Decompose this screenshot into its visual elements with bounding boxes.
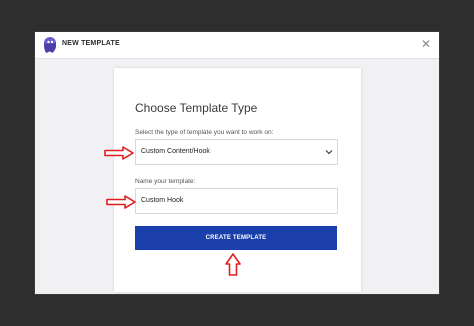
create-template-button[interactable]: CREATE TEMPLATE [135, 226, 337, 250]
annotation-arrow-right-icon [106, 195, 136, 209]
modal-title: NEW TEMPLATE [62, 40, 120, 47]
template-name-label: Name your template: [135, 178, 196, 185]
template-type-select[interactable]: Custom Content/Hook [135, 139, 338, 165]
template-name-input[interactable]: Custom Hook [135, 188, 338, 214]
modal-header: NEW TEMPLATE ✕ [35, 32, 439, 59]
close-icon[interactable]: ✕ [421, 37, 431, 51]
ghost-logo-icon [44, 37, 56, 53]
annotation-arrow-right-icon [104, 146, 134, 160]
template-name-value: Custom Hook [141, 197, 184, 204]
annotation-arrow-up-icon [225, 253, 241, 276]
chevron-down-icon [325, 150, 333, 155]
template-type-label: Select the type of template you want to … [135, 129, 274, 136]
template-type-value: Custom Content/Hook [141, 148, 210, 155]
card-heading: Choose Template Type [135, 101, 258, 115]
